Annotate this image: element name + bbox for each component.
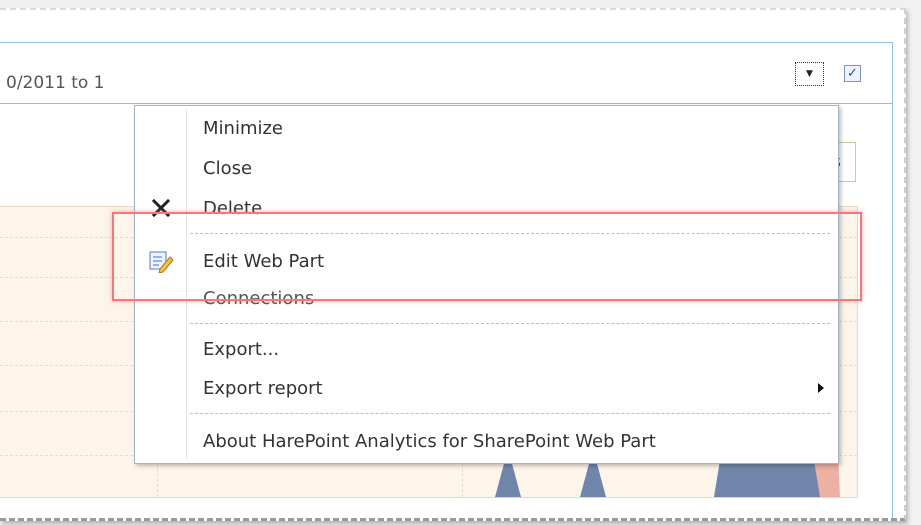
- menu-item-export[interactable]: Export...: [135, 332, 838, 366]
- submenu-arrow-icon: [818, 383, 824, 393]
- menu-item-about[interactable]: About HarePoint Analytics for SharePoint…: [135, 424, 838, 458]
- menu-item-minimize[interactable]: Minimize: [135, 111, 838, 145]
- menu-item-export-report[interactable]: Export report: [135, 371, 838, 405]
- menu-item-label: Minimize: [203, 117, 283, 139]
- menu-item-label: Connections: [203, 287, 315, 309]
- delete-x-icon: [147, 194, 175, 222]
- dropdown-arrow-icon: ▼: [806, 69, 813, 79]
- menu-item-edit-web-part[interactable]: Edit Web Part: [135, 244, 838, 278]
- menu-item-label: Delete: [203, 197, 263, 219]
- web-part-title-bar: ▼ ✓: [0, 43, 892, 104]
- menu-item-label: Edit Web Part: [203, 250, 325, 272]
- web-part-menu-button[interactable]: ▼: [795, 62, 824, 86]
- checkmark-icon: ✓: [847, 66, 858, 81]
- menu-item-close[interactable]: Close: [135, 151, 838, 185]
- edit-web-part-icon: [147, 247, 175, 275]
- web-part-select-checkbox[interactable]: ✓: [844, 65, 861, 82]
- menu-item-label: About HarePoint Analytics for SharePoint…: [203, 430, 656, 452]
- date-range-text: 0/2011 to 1: [6, 73, 105, 93]
- menu-item-connections[interactable]: Connections: [135, 281, 838, 315]
- menu-item-label: Close: [203, 157, 253, 179]
- web-part-context-menu: Minimize Close Delete Edit Web Part Conn…: [134, 105, 839, 464]
- menu-item-label: Export report: [203, 377, 323, 399]
- screenshot-paper: ▼ ✓ 0/2011 to 1 s: [0, 8, 906, 521]
- menu-item-delete[interactable]: Delete: [135, 191, 838, 225]
- menu-item-label: Export...: [203, 338, 280, 360]
